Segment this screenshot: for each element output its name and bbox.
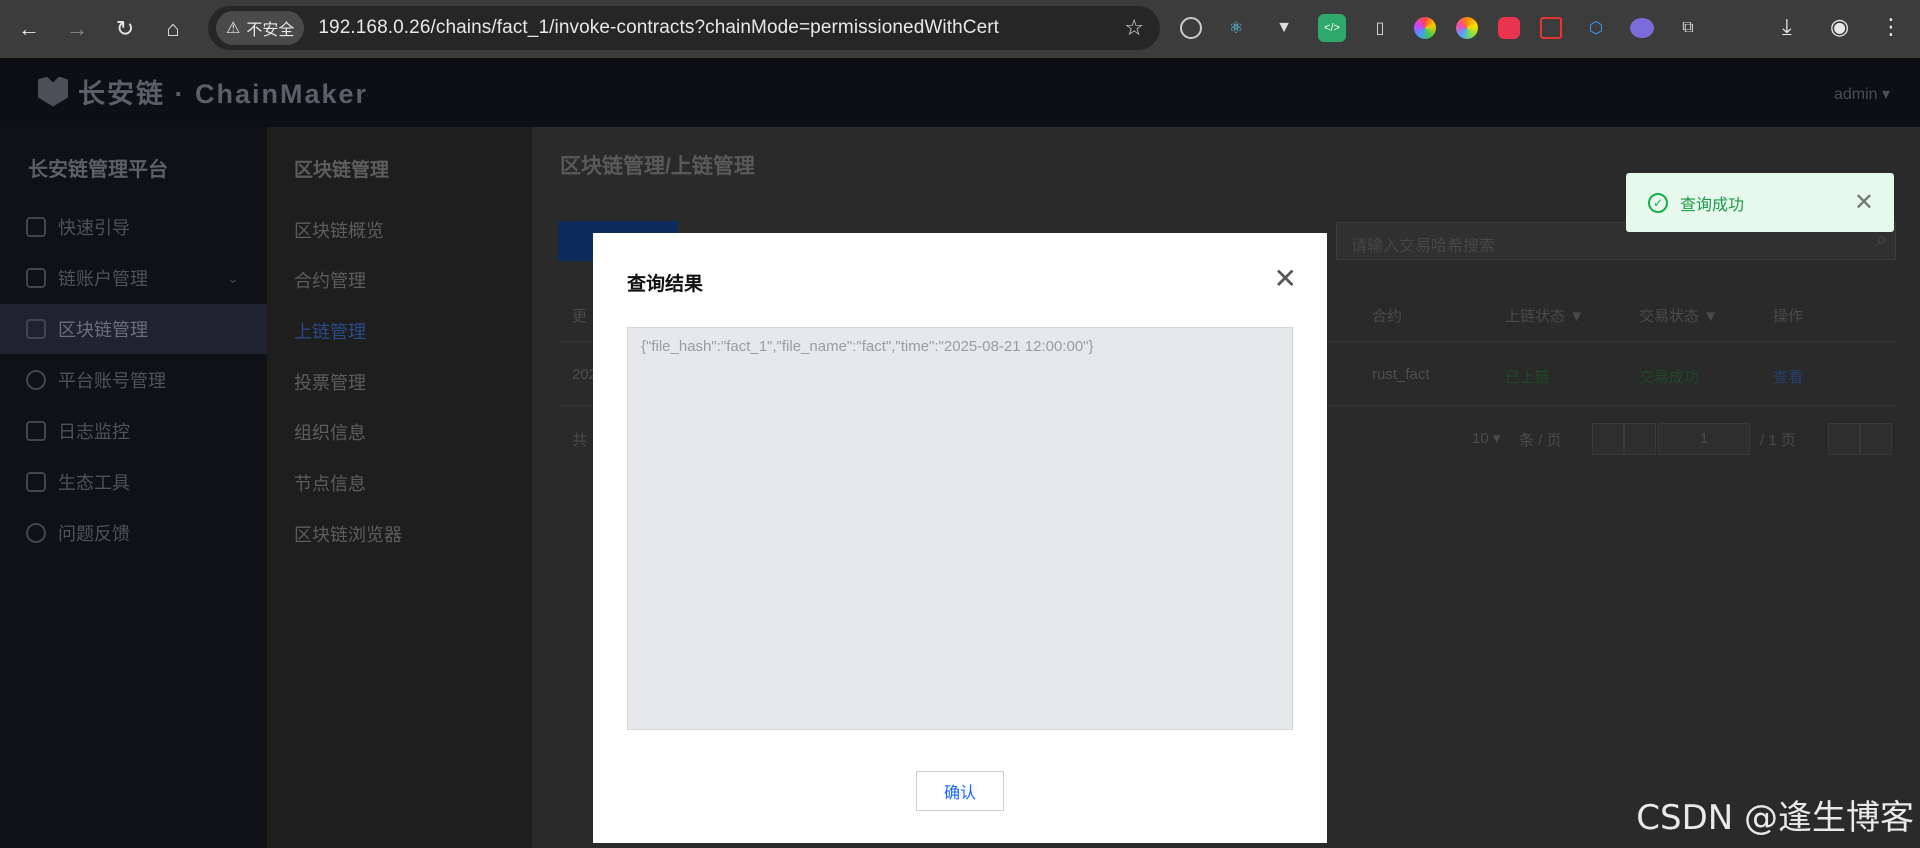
close-icon[interactable]: ✕ <box>1854 188 1874 217</box>
layers-icon <box>26 472 46 492</box>
per-page-label: 条 / 页 <box>1519 432 1562 449</box>
app-header: 长安链 · ChainMaker admin ▾ <box>0 58 1920 127</box>
chevron-down-icon: ⌄ <box>227 269 239 286</box>
extensions-bar: ⚛ ▼ </> ▯ ⬡ ⧉ <box>1180 14 1702 42</box>
page-total: / 1 页 <box>1760 432 1796 449</box>
sidebar-item-log-monitor[interactable]: 日志监控 <box>0 406 267 456</box>
next-page-button[interactable] <box>1828 423 1860 455</box>
devtools-extension-icon[interactable]: </> <box>1318 14 1346 42</box>
cell-tx-status: 交易成功 <box>1639 369 1700 386</box>
user-icon <box>26 370 46 390</box>
address-bar[interactable]: ⚠ 不安全 192.168.0.26/chains/fact_1/invoke-… <box>208 6 1160 50</box>
success-toast: ✓ 查询成功 ✕ <box>1626 173 1894 232</box>
last-page-button[interactable] <box>1860 423 1892 455</box>
chainmaker-logo-icon <box>38 76 68 107</box>
wheel-extension-icon[interactable] <box>1456 17 1478 39</box>
forward-icon[interactable]: → <box>64 16 90 42</box>
security-chip[interactable]: ⚠ 不安全 <box>216 11 305 45</box>
rocket-icon <box>26 217 46 237</box>
sidebar-item-platform-account[interactable]: 平台账号管理 <box>0 355 267 405</box>
sidebar: 长安链管理平台 快速引导 链账户管理 ⌄ 区块链管理 平台账号管理 日志监控 生态… <box>0 127 267 848</box>
back-icon[interactable]: ← <box>16 16 42 42</box>
filter-icon: ▼ <box>1569 308 1585 325</box>
bookmark-star-icon[interactable]: ☆ <box>1124 15 1144 41</box>
cube-extension-icon[interactable]: ⬡ <box>1582 14 1610 42</box>
submenu-item-vote[interactable]: 投票管理 <box>294 369 366 395</box>
breadcrumb: 区块链管理/上链管理 <box>560 155 755 178</box>
pocket-extension-icon[interactable] <box>1498 17 1520 39</box>
submenu-item-overview[interactable]: 区块链概览 <box>294 217 384 243</box>
confirm-button[interactable]: 确认 <box>916 771 1004 811</box>
logo: 长安链 · ChainMaker <box>38 72 368 111</box>
color-extension-icon[interactable] <box>1414 17 1436 39</box>
sidebar-item-eco-tools[interactable]: 生态工具 <box>0 457 267 507</box>
search-icon[interactable]: ⌕ <box>1876 229 1887 252</box>
view-link[interactable]: 查看 <box>1773 366 1803 387</box>
total-count: 共 <box>572 432 588 449</box>
submenu-title: 区块链管理 <box>294 160 390 181</box>
monitor-icon <box>26 421 46 441</box>
cell-contract: rust_fact <box>1372 366 1430 383</box>
filter-icon: ▼ <box>1703 308 1719 325</box>
prev-page-button[interactable] <box>1624 423 1656 455</box>
dialog-title: 查询结果 <box>627 274 704 295</box>
cell-chain-status: 已上链 <box>1505 369 1551 386</box>
column-header-chain-status[interactable]: 上链状态 ▼ <box>1505 305 1584 326</box>
page-input[interactable]: 1 <box>1658 423 1750 455</box>
blockchain-icon <box>26 319 46 339</box>
result-textarea[interactable]: {"file_hash":"fact_1","file_name":"fact"… <box>627 327 1293 730</box>
check-circle-icon: ✓ <box>1648 192 1668 213</box>
browser-toolbar: ← → ↻ ⌂ ⚠ 不安全 192.168.0.26/chains/fact_1… <box>0 0 1920 58</box>
vue-extension-icon[interactable]: ▼ <box>1270 14 1298 42</box>
puzzle-extension-icon[interactable]: ⧉ <box>1674 14 1702 42</box>
react-extension-icon[interactable]: ⚛ <box>1222 14 1250 42</box>
first-page-button[interactable] <box>1592 423 1624 455</box>
page-size-select[interactable]: 10 ▾ <box>1472 429 1500 447</box>
column-header-ops: 操作 <box>1773 308 1804 325</box>
sidebar-item-feedback[interactable]: 问题反馈 <box>0 508 267 558</box>
search-placeholder: 请输入交易哈希搜索 <box>1351 238 1496 255</box>
account-icon <box>26 268 46 288</box>
mobile-extension-icon[interactable]: ▯ <box>1366 14 1394 42</box>
ghost-extension-icon[interactable] <box>1630 18 1654 38</box>
platform-title: 长安链管理平台 <box>28 159 168 181</box>
query-result-dialog: 查询结果 ✕ {"file_hash":"fact_1","file_name"… <box>593 233 1327 843</box>
user-menu[interactable]: admin ▾ <box>1834 84 1890 104</box>
download-icon[interactable]: ⤓ <box>1782 14 1792 40</box>
column-header-time: 更 <box>572 308 588 325</box>
target-extension-icon[interactable] <box>1180 17 1202 39</box>
warning-icon: ⚠ <box>226 20 241 37</box>
column-header-tx-status[interactable]: 交易状态 ▼ <box>1639 305 1718 326</box>
submenu-item-nodes[interactable]: 节点信息 <box>294 470 366 496</box>
submenu-item-org[interactable]: 组织信息 <box>294 419 366 445</box>
url-text[interactable]: 192.168.0.26/chains/fact_1/invoke-contra… <box>318 17 999 39</box>
reload-icon[interactable]: ↻ <box>112 16 138 42</box>
column-header-contract: 合约 <box>1372 308 1403 325</box>
logo-text: 长安链 · ChainMaker <box>78 79 369 109</box>
home-icon[interactable]: ⌂ <box>160 16 186 42</box>
toast-message: 查询成功 <box>1680 196 1745 214</box>
menu-dots-icon[interactable]: ⋮ <box>1880 14 1902 40</box>
sidebar-item-blockchain[interactable]: 区块链管理 <box>0 304 267 354</box>
submenu-item-contracts[interactable]: 合约管理 <box>294 267 366 293</box>
profile-icon[interactable]: ◉ <box>1830 14 1849 40</box>
capture-extension-icon[interactable] <box>1540 17 1562 39</box>
question-icon <box>26 523 46 543</box>
security-label: 不安全 <box>246 22 295 39</box>
submenu-item-onchain[interactable]: 上链管理 <box>294 318 366 344</box>
submenu: 区块链管理 区块链概览 合约管理 上链管理 投票管理 组织信息 节点信息 区块链… <box>267 127 532 848</box>
watermark: CSDN @逢生博客 <box>1636 798 1914 838</box>
sidebar-item-chain-account[interactable]: 链账户管理 ⌄ <box>0 253 267 303</box>
submenu-item-explorer[interactable]: 区块链浏览器 <box>294 521 402 547</box>
sidebar-item-quick-guide[interactable]: 快速引导 <box>0 202 267 252</box>
close-icon[interactable]: ✕ <box>1274 265 1297 293</box>
